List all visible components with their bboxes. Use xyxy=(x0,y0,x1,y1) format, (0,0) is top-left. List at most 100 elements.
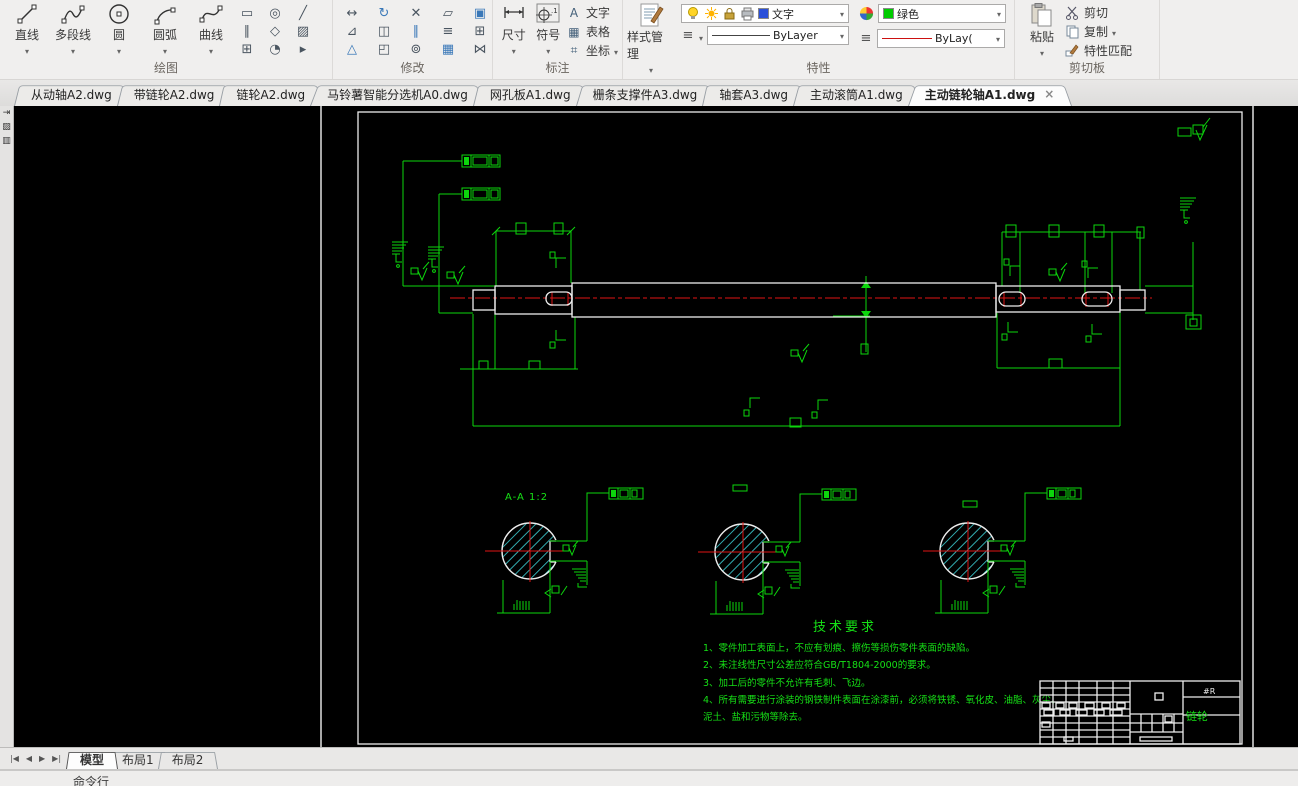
command-line-window[interactable]: 命令行 xyxy=(0,769,1298,786)
modify-tool-icon[interactable]: ⊞ xyxy=(465,22,495,40)
tool-label: 符号 xyxy=(536,28,561,42)
modify-tool-icon[interactable]: △ xyxy=(337,40,367,58)
dimension-icon xyxy=(504,7,524,18)
document-tab-label: 马铃薯智能分选机A0.dwg xyxy=(327,87,468,102)
panel-label-modify: 修改 xyxy=(400,61,425,75)
copy-button[interactable]: 复制 xyxy=(1065,22,1132,41)
draw-tool-spline[interactable]: 曲线 xyxy=(188,1,234,57)
document-tab[interactable]: 栅条支撑件A3.dwg × xyxy=(576,82,715,106)
chevron-down-icon xyxy=(512,43,516,57)
tool-label: 多段线 xyxy=(54,28,91,42)
draw-tool-line[interactable]: 直线 xyxy=(4,1,50,57)
text-tool[interactable]: A 文字 xyxy=(566,3,618,22)
modify-tool-icon[interactable]: ▣ xyxy=(465,4,495,22)
modify-tool-icon[interactable]: ↔ xyxy=(337,4,367,22)
draw-mini-tools: ▭ ◎ ╱ ∥ ◇ ▨ ⊞ ◔ ▸ xyxy=(234,1,316,58)
draw-mini-icon[interactable]: ▸ xyxy=(290,40,316,58)
style-manager-icon xyxy=(640,3,664,27)
table-icon: ▦ xyxy=(568,24,580,39)
lineweight-sample xyxy=(882,38,932,39)
draw-mini-icon[interactable]: ▭ xyxy=(234,4,260,22)
color-dropdown[interactable]: 绿色 xyxy=(878,4,1006,23)
tool-label: 圆弧 xyxy=(152,28,177,42)
close-icon[interactable]: × xyxy=(1044,87,1054,101)
document-tab[interactable]: 主动滚筒A1.dwg × xyxy=(793,82,920,106)
title-block: #R 链轮 xyxy=(1039,680,1241,745)
tool-label: 曲线 xyxy=(198,28,223,42)
modify-tool-icon[interactable]: ◫ xyxy=(369,22,399,40)
side-toolbar: ⇥ ▨ ▥ xyxy=(0,106,14,747)
coordinate-tool[interactable]: ⌗ 坐标 xyxy=(566,41,618,60)
draw-mini-icon[interactable]: ◎ xyxy=(262,4,288,22)
modify-tool-icon[interactable]: ▦ xyxy=(433,40,463,58)
tab-nav-button[interactable]: |◀ xyxy=(10,754,19,763)
layer-dropdown[interactable]: 文字 xyxy=(680,4,849,23)
table-tool[interactable]: ▦ 表格 xyxy=(566,22,618,41)
symbol-button[interactable]: .1 符号 xyxy=(531,1,566,57)
surface-finish-note xyxy=(1177,117,1211,142)
ribbon-toolbar: 直线 多段线 圆 圆弧 曲线 xyxy=(0,0,1298,80)
modify-tool-icon[interactable]: ≡ xyxy=(433,22,463,40)
color-wheel-icon[interactable] xyxy=(859,6,874,21)
modify-tool-icon[interactable]: ↻ xyxy=(369,4,399,22)
document-tab[interactable]: 轴套A3.dwg × xyxy=(702,82,805,106)
cut-button[interactable]: 剪切 xyxy=(1065,3,1132,22)
draw-mini-icon[interactable]: ◇ xyxy=(262,22,288,40)
document-tab[interactable]: 从动轴A2.dwg × xyxy=(14,82,129,106)
modify-tool-icon[interactable]: ∥ xyxy=(401,22,431,40)
modify-tool-icon[interactable]: ⋈ xyxy=(465,40,495,58)
layout-tab[interactable]: 模型 xyxy=(66,749,118,769)
section-view-b xyxy=(697,484,857,615)
modify-tool-icon[interactable]: ⊚ xyxy=(401,40,431,58)
panel-label-clipboard: 剪切板 xyxy=(1068,61,1105,75)
drawing-canvas[interactable]: A-A 1:2 技术要求 1、零件加工表面上，不应有划痕、擦伤等损伤零件表面的缺… xyxy=(14,106,1298,747)
document-tab[interactable]: 主动链轮轴A1.dwg × xyxy=(908,82,1072,106)
modify-tool-icon[interactable]: ▱ xyxy=(433,4,463,22)
tool-label: 特性匹配 xyxy=(1084,44,1133,58)
draw-tool-arc[interactable]: 圆弧 xyxy=(142,1,188,57)
linetype-sample xyxy=(712,35,770,36)
linetype-value: ByLayer xyxy=(773,29,818,42)
tab-nav-button[interactable]: ▶| xyxy=(52,754,61,763)
layout-tab-label: 布局2 xyxy=(171,752,204,767)
document-tab[interactable]: 链轮A2.dwg × xyxy=(219,82,322,106)
side-tool-icon[interactable]: ▨ xyxy=(2,122,11,132)
chevron-down-icon xyxy=(163,43,167,57)
document-tab[interactable]: 网孔板A1.dwg × xyxy=(473,82,588,106)
side-tool-icon[interactable]: ⇥ xyxy=(3,108,11,118)
match-properties-button[interactable]: 特性匹配 xyxy=(1065,41,1132,60)
lineweight-dropdown[interactable]: ByLay( xyxy=(877,29,1005,48)
cad-drawing: A-A 1:2 技术要求 1、零件加工表面上，不应有划痕、擦伤等损伤零件表面的缺… xyxy=(320,106,1254,747)
draw-tool-polyline[interactable]: 多段线 xyxy=(50,1,96,57)
ribbon-spacer xyxy=(1160,0,1298,79)
side-tool-icon[interactable]: ▥ xyxy=(2,136,11,146)
svg-text:.1: .1 xyxy=(551,7,558,15)
layer-plot-icon xyxy=(741,7,754,21)
lineweight-list-icon[interactable]: ≡ xyxy=(859,31,873,46)
tab-nav-button[interactable]: ◀ xyxy=(26,754,32,763)
modify-tool-icon[interactable]: ⊿ xyxy=(337,22,367,40)
layout-tab[interactable]: 布局2 xyxy=(158,749,218,769)
layout-tab-label: 模型 xyxy=(80,752,105,767)
draw-tool-circle[interactable]: 圆 xyxy=(96,1,142,57)
paste-button[interactable]: 粘贴 xyxy=(1019,1,1065,59)
tab-nav-button[interactable]: ▶ xyxy=(39,754,45,763)
chevron-down-icon xyxy=(614,44,618,58)
tech-req-line: 2、未注线性尺寸公差应符合GB/T1804-2000的要求。 xyxy=(703,659,936,671)
layout-tab-label: 布局1 xyxy=(122,752,154,767)
linetype-list-icon[interactable]: ≡ xyxy=(681,28,695,43)
modify-tool-icon[interactable]: ✕ xyxy=(401,4,431,22)
draw-mini-icon[interactable]: ◔ xyxy=(262,40,288,58)
document-tab[interactable]: 马铃薯智能分选机A0.dwg × xyxy=(310,82,485,106)
linetype-dropdown[interactable]: ByLayer xyxy=(707,26,849,45)
modify-tool-icon[interactable]: ◰ xyxy=(369,40,399,58)
draw-mini-icon[interactable]: ⊞ xyxy=(234,40,260,58)
document-tab[interactable]: 带链轮A2.dwg × xyxy=(117,82,232,106)
draw-mini-icon[interactable]: ▨ xyxy=(290,22,316,40)
dimension-button[interactable]: 尺寸 xyxy=(497,1,531,57)
document-tab-label: 网孔板A1.dwg xyxy=(489,87,571,102)
draw-mini-icon[interactable]: ╱ xyxy=(290,4,316,22)
line-icon xyxy=(17,4,37,24)
draw-mini-icon[interactable]: ∥ xyxy=(234,22,260,40)
text-icon: A xyxy=(569,5,579,20)
